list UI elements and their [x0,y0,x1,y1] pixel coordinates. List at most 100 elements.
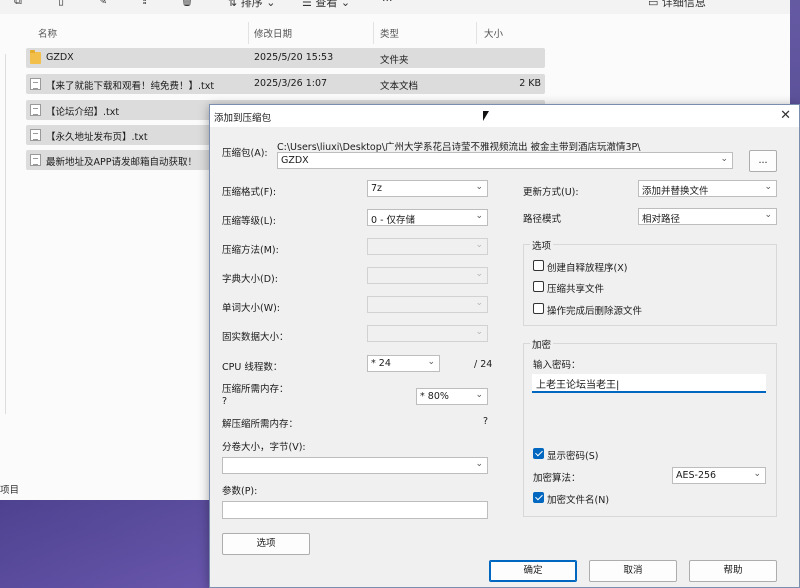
add-to-archive-dialog: 添加到压缩包 ✕ 压缩包(A): C:\Users\liuxi\Desktop\… [209,104,800,588]
split-volume-combo[interactable]: ⌄ [222,457,488,474]
column-type[interactable]: 类型 [380,26,399,40]
options-group-title: 选项 [530,238,554,252]
cpu-threads-value: * 24 [371,358,391,369]
file-name: 最新地址及APP请发邮箱自动获取！ [46,157,197,168]
encrypt-names-checkbox[interactable] [533,492,544,503]
sfx-label: 创建自释放程序(X) [547,263,628,274]
method-select: ⌄ [367,238,488,255]
paste-icon[interactable]: ▯ [58,0,64,7]
delete-after-checkbox[interactable] [533,303,544,314]
ok-button[interactable]: 确定 [489,560,577,582]
shared-files-checkbox[interactable] [533,281,544,292]
help-button[interactable]: 帮助 [689,560,777,582]
sort-button[interactable]: ⇅ 排序 ⌄ [228,0,275,10]
format-label: 压缩格式(F): [222,187,277,198]
archive-name-combo[interactable]: GZDX ⌄ [277,152,733,169]
memory-usage-value: * 80% [420,391,449,402]
decompress-memory-value: ? [483,416,489,427]
encryption-method-value: AES-256 [676,470,717,481]
column-name[interactable]: 名称 [38,26,57,40]
column-header: 名称 修改日期 类型 大小 [0,18,560,48]
file-row[interactable]: 【来了就能下载和观看！纯免费！】.txt 2025/3/26 1:07 文本文档… [26,74,545,94]
chevron-down-icon: ⌄ [753,469,761,479]
word-size-select: ⌄ [367,296,488,313]
cpu-threads-total: / 24 [474,359,493,370]
dictionary-select: ⌄ [367,267,488,284]
path-mode-value: 相对路径 [642,214,681,225]
cancel-button[interactable]: 取消 [589,560,677,582]
split-volume-label: 分卷大小，字节(V): [222,442,306,453]
file-size: 2 KB [519,78,541,89]
details-button[interactable]: ▭ 详细信息 [648,0,706,10]
details-label: 详细信息 [661,0,706,9]
password-label: 输入密码： [533,360,581,371]
cpu-threads-select[interactable]: * 24 ⌄ [367,355,440,372]
chevron-down-icon: ⌄ [475,182,483,192]
file-date: 2025/3/26 1:07 [254,78,328,89]
format-select[interactable]: 7z ⌄ [367,180,488,197]
dialog-title: 添加到压缩包 [214,113,272,124]
solid-size-label: 固实数据大小： [222,332,289,343]
path-mode-select[interactable]: 相对路径 ⌄ [638,208,777,225]
text-file-icon [30,78,41,90]
encryption-method-label: 加密算法： [533,473,581,484]
view-button[interactable]: ☰ 查看 ⌄ [302,0,350,10]
memory-label: 压缩所需内存： [222,384,289,395]
chevron-down-icon: ⌄ [720,154,728,164]
chevron-down-icon: ⌄ [427,357,435,367]
sort-label: 排序 [240,0,263,9]
update-mode-label: 更新方式(U): [523,187,579,198]
level-value: 0 - 仅存储 [371,215,416,226]
browse-button[interactable]: ... [749,150,777,172]
level-select[interactable]: 0 - 仅存储 ⌄ [367,209,488,226]
rename-icon[interactable]: ✎ [98,0,107,7]
more-button[interactable]: ··· [382,0,393,7]
chevron-down-icon: ⌄ [764,210,772,220]
encryption-method-select[interactable]: AES-256 ⌄ [672,467,766,484]
text-file-icon [30,104,41,116]
archive-name-value: GZDX [281,155,309,166]
cpu-threads-label: CPU 线程数： [222,362,283,373]
explorer-toolbar: ⧉ ▯ ✎ ⇪ 🗑 ⇅ 排序 ⌄ ☰ 查看 ⌄ ··· ▭ 详细信息 [0,0,790,14]
column-date[interactable]: 修改日期 [254,26,292,40]
update-mode-select[interactable]: 添加并替换文件 ⌄ [638,180,777,197]
file-name: 【论坛介绍】.txt [46,107,120,118]
update-mode-value: 添加并替换文件 [642,186,709,197]
path-mode-label: 路径模式 [523,214,562,225]
text-file-icon [30,154,41,166]
shared-files-label: 压缩共享文件 [547,284,605,295]
show-password-label: 显示密码(S) [547,451,599,462]
file-name: GZDX [46,52,74,63]
dialog-titlebar: 添加到压缩包 ✕ [210,105,799,127]
column-size[interactable]: 大小 [484,26,503,40]
share-icon[interactable]: ⇪ [140,0,149,7]
chevron-down-icon: ⌄ [475,211,483,221]
chevron-down-icon: ⌄ [475,298,483,308]
copy-icon[interactable]: ⧉ [14,0,22,8]
view-label: 查看 [315,0,338,9]
memory-usage-select[interactable]: * 80% ⌄ [416,388,488,405]
file-type: 文本文档 [380,81,419,92]
show-password-checkbox[interactable] [533,448,544,459]
delete-after-label: 操作完成后删除源文件 [547,306,643,317]
file-row[interactable]: GZDX 2025/5/20 15:53 文件夹 [26,48,545,68]
memory-hint: ? [222,396,228,407]
password-input[interactable]: 上老王论坛当老王| [532,374,766,393]
file-type: 文件夹 [380,55,409,66]
options-button[interactable]: 选项 [222,533,310,555]
delete-icon[interactable]: 🗑 [180,0,194,7]
method-label: 压缩方法(M): [222,245,279,256]
status-bar-text: 项目 [0,485,20,496]
parameters-input[interactable] [222,501,488,519]
close-icon[interactable]: ✕ [780,108,791,123]
chevron-down-icon: ⌄ [475,327,483,337]
archive-label: 压缩包(A): [222,148,268,159]
nav-pane-edge [0,54,6,414]
chevron-down-icon: ⌄ [475,390,483,400]
level-label: 压缩等级(L): [222,216,276,227]
format-value: 7z [371,183,383,194]
chevron-down-icon: ⌄ [764,182,772,192]
parameters-label: 参数(P): [222,486,258,497]
solid-size-select: ⌄ [367,325,488,342]
sfx-checkbox[interactable] [533,260,544,271]
